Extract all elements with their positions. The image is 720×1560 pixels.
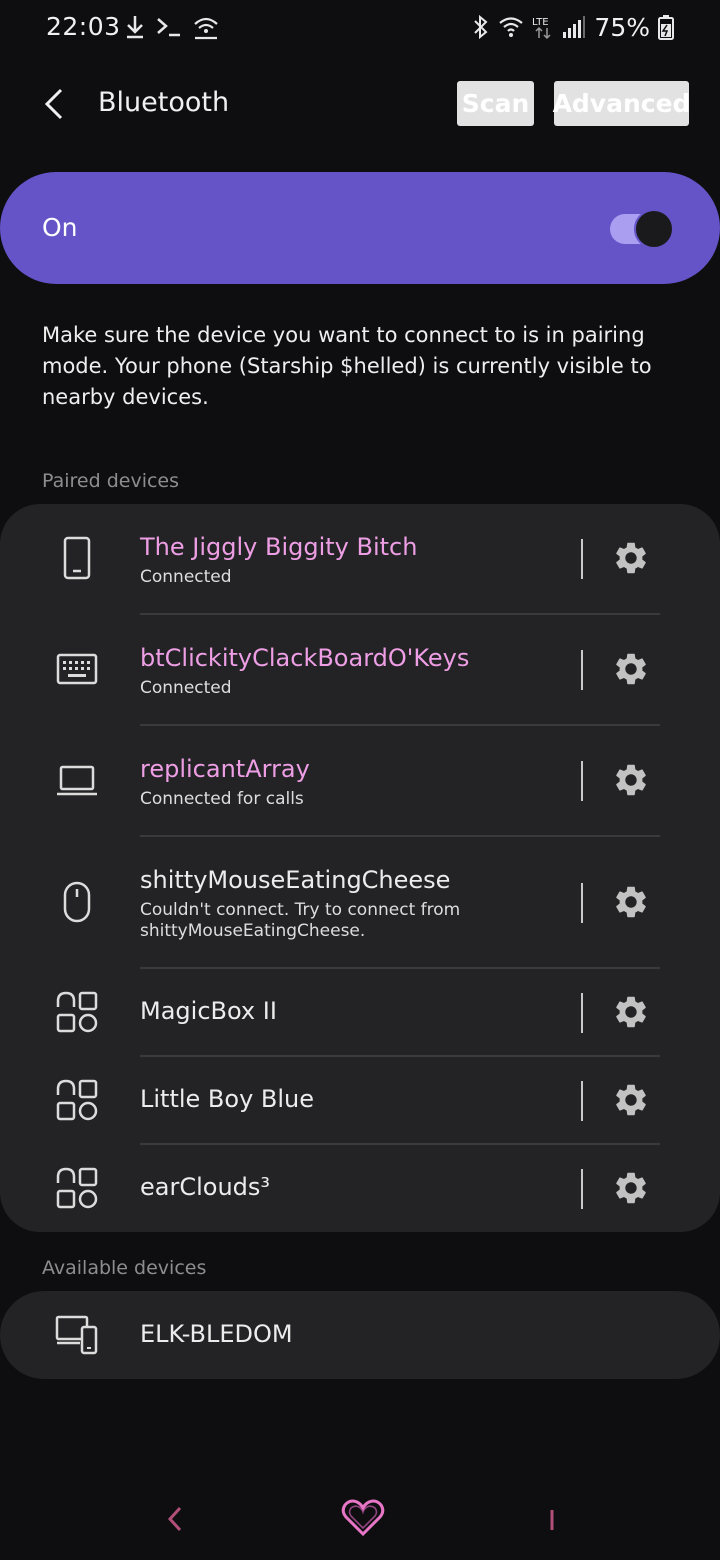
row-divider-vertical — [581, 1081, 583, 1121]
status-left-icons — [124, 12, 220, 42]
list-item[interactable]: Little Boy Blue — [0, 1057, 720, 1145]
gear-icon[interactable] — [612, 1081, 650, 1119]
list-item[interactable]: replicantArray Connected for calls — [0, 726, 720, 837]
device-status: Connected — [140, 567, 232, 587]
navigation-bar — [0, 1480, 720, 1560]
row-divider-vertical — [581, 761, 583, 801]
available-devices-card: ELK-BLEDOM — [0, 1291, 720, 1379]
row-divider-vertical — [581, 539, 583, 579]
status-bar: 22:03 LTE 75% — [0, 0, 720, 56]
gear-icon[interactable] — [612, 883, 650, 921]
svg-text:LTE: LTE — [532, 17, 549, 28]
multi-device-icon — [55, 1315, 98, 1355]
list-item[interactable]: earClouds³ — [0, 1145, 720, 1232]
paired-devices-label: Paired devices — [42, 470, 180, 492]
download-icon — [127, 16, 143, 39]
gear-icon[interactable] — [612, 1169, 650, 1207]
battery-level: 75% — [594, 12, 650, 42]
back-button[interactable] — [34, 82, 78, 126]
wifi-hotspot-icon — [194, 17, 218, 40]
device-status: Connected — [140, 678, 232, 698]
mouse-icon — [63, 881, 91, 923]
nav-recents-icon[interactable] — [546, 1506, 558, 1534]
gear-icon[interactable] — [612, 993, 650, 1031]
device-name: shittyMouseEatingCheese — [140, 866, 451, 894]
bluetooth-icon — [474, 14, 488, 40]
advanced-button[interactable]: Advanced — [553, 81, 690, 126]
device-status: Connected for calls — [140, 789, 304, 809]
terminal-icon — [157, 18, 180, 37]
toggle-knob[interactable] — [634, 209, 674, 249]
device-name: btClickityClackBoardO'Keys — [140, 644, 470, 672]
keyboard-icon — [56, 653, 98, 685]
lte-icon: LTE — [532, 17, 551, 40]
generic-device-icon — [56, 1167, 98, 1209]
row-divider-vertical — [581, 650, 583, 690]
generic-device-icon — [56, 1079, 98, 1121]
list-item[interactable]: The Jiggly Biggity Bitch Connected — [0, 504, 720, 615]
device-name: replicantArray — [140, 755, 310, 783]
paired-devices-card: The Jiggly Biggity Bitch Connected btCli… — [0, 504, 720, 1232]
device-status: Couldn't connect. Try to connect from sh… — [140, 900, 461, 941]
generic-device-icon — [56, 991, 98, 1033]
pairing-hint: Make sure the device you want to connect… — [42, 323, 652, 409]
device-name: The Jiggly Biggity Bitch — [140, 533, 418, 561]
gear-icon[interactable] — [612, 761, 650, 799]
status-time: 22:03 — [46, 12, 121, 41]
gear-icon[interactable] — [612, 650, 650, 688]
signal-icon — [563, 16, 586, 38]
gear-icon[interactable] — [612, 539, 650, 577]
bluetooth-master-switch[interactable]: On — [0, 172, 720, 284]
device-name: earClouds³ — [140, 1173, 271, 1201]
device-name: MagicBox II — [140, 997, 277, 1025]
chevron-left-icon — [44, 88, 63, 120]
page-title: Bluetooth — [98, 87, 230, 118]
list-item[interactable]: shittyMouseEatingCheese Couldn't connect… — [0, 837, 720, 969]
status-right-icons: LTE 75% — [472, 12, 674, 42]
master-switch-label: On — [42, 213, 78, 242]
list-item[interactable]: MagicBox II — [0, 969, 720, 1057]
row-divider-vertical — [581, 1169, 583, 1209]
battery-icon — [658, 15, 674, 40]
phone-icon — [63, 536, 91, 580]
nav-home-heart-icon[interactable] — [340, 1497, 386, 1539]
device-name: Little Boy Blue — [140, 1085, 315, 1113]
list-item[interactable]: ELK-BLEDOM — [0, 1291, 720, 1379]
wifi-icon — [499, 17, 524, 37]
nav-back-icon[interactable] — [160, 1502, 190, 1536]
device-name: ELK-BLEDOM — [140, 1320, 293, 1348]
scan-button[interactable]: Scan — [457, 81, 534, 126]
available-devices-label: Available devices — [42, 1257, 207, 1279]
list-item[interactable]: btClickityClackBoardO'Keys Connected — [0, 615, 720, 726]
laptop-icon — [57, 765, 97, 796]
row-divider-vertical — [581, 993, 583, 1033]
app-bar: Bluetooth Scan Advanced — [0, 70, 720, 136]
row-divider-vertical — [581, 883, 583, 923]
